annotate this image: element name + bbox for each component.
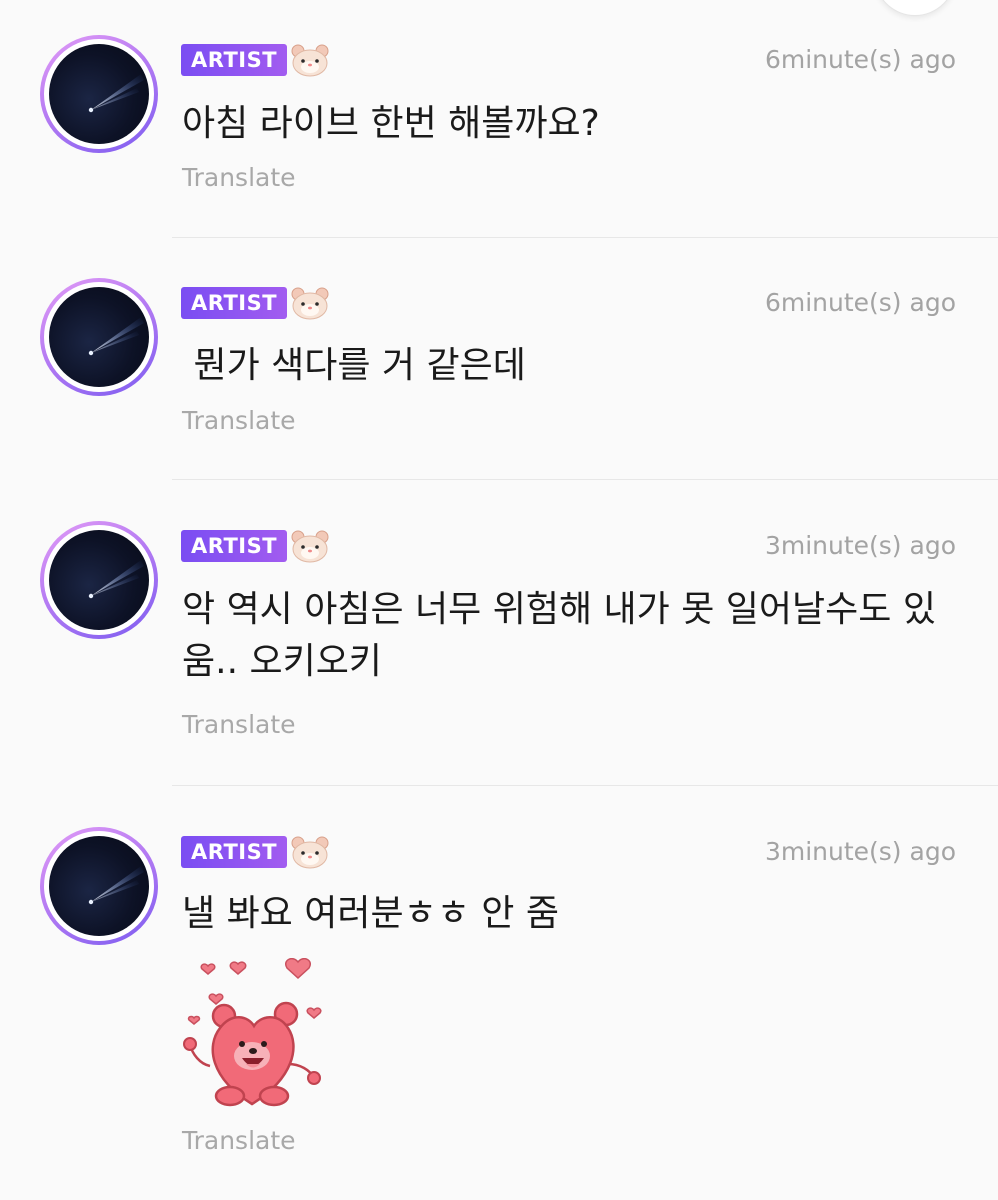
- artist-badge: ARTIST: [181, 44, 288, 76]
- hamster-face-icon: [291, 836, 329, 869]
- hamster-face-icon: [291, 530, 329, 563]
- hamster-face-icon: [291, 287, 329, 320]
- comment-text: 악 역시 아침은 너무 위험해 내가 못 일어날수도 있움.. 오키오키: [182, 589, 936, 682]
- hamster-face-icon: [291, 44, 329, 77]
- comment-item: ARTIST 3minute(s) ago 악 역시 아침은 너무 위험해 내가…: [0, 480, 998, 786]
- comment-item: ARTIST 6minute(s) ago 뭔가 색다를 거 같은데 Trans…: [0, 238, 998, 480]
- translate-link[interactable]: Translate: [182, 163, 296, 192]
- translate-link[interactable]: Translate: [182, 1126, 296, 1155]
- translate-link[interactable]: Translate: [182, 710, 296, 739]
- comet-avatar-image: [49, 287, 149, 387]
- comment-text: 아침 라이브 한번 해볼까요?: [182, 103, 600, 144]
- artist-badge: ARTIST: [181, 287, 288, 319]
- comet-avatar-image: [49, 836, 149, 936]
- comment-item: ARTIST 6minute(s) ago 아침 라이브 한번 해볼까요? Tr…: [0, 0, 998, 238]
- comment-feed: ARTIST 6minute(s) ago 아침 라이브 한번 해볼까요? Tr…: [0, 0, 998, 1200]
- translate-link[interactable]: Translate: [182, 406, 296, 435]
- comet-avatar-image: [49, 44, 149, 144]
- timestamp: 6minute(s) ago: [764, 45, 956, 74]
- artist-badge: ARTIST: [181, 530, 288, 562]
- artist-badge: ARTIST: [181, 836, 288, 868]
- comment-text: 뭔가 색다를 거 같은데: [182, 345, 526, 386]
- avatar[interactable]: [40, 521, 158, 639]
- timestamp: 3minute(s) ago: [764, 837, 956, 866]
- pink-bear-hearts-sticker: [183, 958, 322, 1107]
- avatar[interactable]: [40, 35, 158, 153]
- avatar[interactable]: [40, 278, 158, 396]
- comet-avatar-image: [49, 530, 149, 630]
- comment-item: ARTIST 3minute(s) ago 낼 봐요 여러분ㅎㅎ 안 줌 Tra…: [0, 786, 998, 1200]
- comment-text: 낼 봐요 여러분ㅎㅎ 안 줌: [182, 893, 559, 934]
- timestamp: 6minute(s) ago: [764, 288, 956, 317]
- timestamp: 3minute(s) ago: [764, 531, 956, 560]
- avatar[interactable]: [40, 827, 158, 945]
